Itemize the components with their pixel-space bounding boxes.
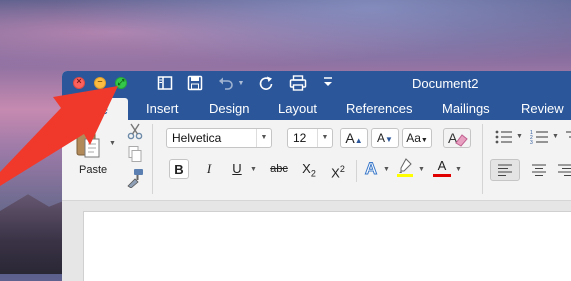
word-window: ▼ Document2 me Insert Design Layout Refe… [62, 71, 571, 281]
document-canvas [62, 201, 571, 281]
italic-button[interactable]: I [199, 159, 219, 179]
shrink-font-button[interactable]: A▼ [371, 128, 399, 148]
ribbon-tabs: me Insert Design Layout References Maili… [62, 98, 571, 120]
font-color-swatch [433, 174, 451, 177]
redo-icon[interactable] [257, 75, 275, 93]
tab-mailings[interactable]: Mailings [442, 101, 490, 116]
paste-icon[interactable] [75, 127, 101, 158]
text-effects-label: A [364, 159, 378, 179]
text-effects-button[interactable]: A [361, 159, 381, 179]
format-painter-icon[interactable] [126, 168, 144, 191]
tab-home-label: me [89, 102, 109, 117]
align-left-icon [498, 164, 512, 176]
align-left-button[interactable] [490, 159, 520, 181]
highlighter-icon [397, 158, 413, 177]
change-case-label: Aa [406, 131, 421, 145]
undo-dropdown-arrow[interactable]: ▼ [237, 75, 245, 93]
font-color-label: A [437, 158, 447, 173]
desktop-mountain [0, 194, 70, 274]
text-effects-dropdown-arrow[interactable]: ▼ [383, 166, 390, 173]
subscript-base: X [302, 161, 311, 176]
multilevel-list-icon[interactable] [564, 129, 571, 148]
tab-references[interactable]: References [346, 101, 412, 116]
align-right-icon[interactable] [557, 163, 571, 179]
tab-home[interactable]: me [70, 98, 128, 120]
ribbon-home: ▼ Paste Helvetica ▼ 12 ▼ A▲ A▼ Aa▼ A ▼ 1… [62, 120, 571, 201]
numbering-dropdown-arrow[interactable]: ▼ [552, 133, 559, 140]
tab-review[interactable]: Review [521, 101, 564, 116]
underline-dropdown-arrow[interactable]: ▼ [250, 166, 257, 173]
font-size-value: 12 [293, 131, 307, 145]
font-color-dropdown-arrow[interactable]: ▼ [455, 166, 462, 173]
paste-label[interactable]: Paste [79, 164, 107, 176]
desktop-wallpaper [0, 0, 571, 80]
clear-formatting-icon: A [448, 130, 468, 147]
underline-button[interactable]: U [227, 159, 247, 179]
tab-insert[interactable]: Insert [146, 101, 179, 116]
copy-icon[interactable] [127, 145, 143, 166]
bullets-dropdown-arrow[interactable]: ▼ [516, 133, 523, 140]
document-page[interactable] [83, 211, 571, 281]
shrink-arrow-icon: ▼ [385, 135, 393, 144]
grow-font-button[interactable]: A▲ [340, 128, 368, 148]
save-icon[interactable] [186, 75, 204, 93]
superscript-base: X [331, 165, 340, 181]
underline-label: U [232, 161, 242, 176]
group-separator [152, 124, 153, 194]
grow-arrow-icon: ▲ [354, 136, 363, 145]
align-center-icon[interactable] [531, 163, 547, 179]
document-title: Document2 [412, 76, 479, 91]
strikethrough-label: abc [270, 163, 288, 175]
superscript-button[interactable]: X2 [326, 159, 350, 181]
change-case-button[interactable]: Aa▼ [402, 128, 432, 148]
tab-design[interactable]: Design [209, 101, 249, 116]
sidebar-icon[interactable] [156, 75, 174, 93]
group-separator [356, 160, 357, 182]
strikethrough-button[interactable]: abc [266, 159, 292, 179]
grow-font-label: A [345, 130, 355, 146]
close-window-button[interactable] [73, 76, 85, 89]
shrink-font-label: A [377, 131, 386, 145]
title-bar: ▼ Document2 [62, 71, 571, 98]
print-icon[interactable] [288, 75, 308, 93]
bullets-icon[interactable] [494, 129, 514, 148]
undo-icon[interactable] [217, 75, 235, 93]
subscript-index: 2 [310, 168, 316, 179]
bold-button[interactable]: B [169, 159, 189, 179]
font-name-field[interactable]: Helvetica ▼ [166, 128, 272, 148]
customize-icon[interactable] [321, 75, 335, 93]
font-color-button[interactable]: A [432, 158, 452, 178]
font-size-dropdown-arrow[interactable]: ▼ [317, 129, 332, 147]
italic-label: I [206, 161, 212, 176]
superscript-index: 2 [339, 164, 345, 174]
highlight-button[interactable] [395, 158, 415, 178]
fullscreen-window-button[interactable] [115, 77, 127, 89]
font-size-field[interactable]: 12 ▼ [287, 128, 333, 148]
numbering-icon[interactable]: 123 [530, 129, 550, 148]
highlight-color-swatch [397, 174, 413, 177]
tab-layout[interactable]: Layout [278, 101, 317, 116]
change-case-dropdown-arrow: ▼ [420, 137, 428, 144]
svg-text:3: 3 [530, 140, 533, 145]
subscript-button[interactable]: X2 [297, 159, 321, 179]
paste-dropdown-arrow[interactable]: ▼ [109, 140, 116, 147]
font-name-dropdown-arrow[interactable]: ▼ [256, 129, 271, 147]
minimize-window-button[interactable] [94, 76, 106, 89]
clear-formatting-button[interactable]: A [443, 128, 471, 148]
cut-icon[interactable] [127, 122, 143, 143]
bold-label: B [174, 162, 184, 177]
highlight-dropdown-arrow[interactable]: ▼ [418, 166, 425, 173]
group-separator [482, 124, 483, 194]
font-name-value: Helvetica [172, 131, 222, 145]
